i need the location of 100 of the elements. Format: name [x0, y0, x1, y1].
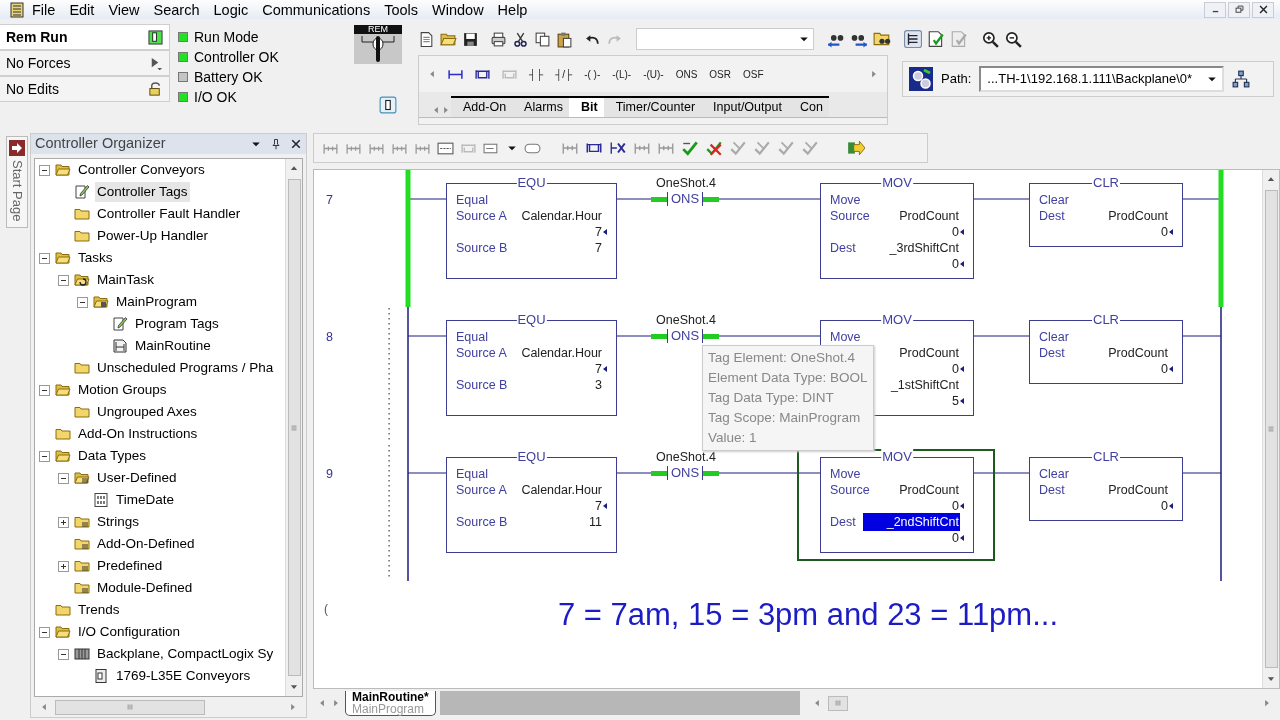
gears-icon[interactable] — [909, 67, 933, 91]
tree-item[interactable]: Unscheduled Programs / Pha — [95, 357, 276, 379]
zoom-in-icon[interactable] — [981, 30, 999, 48]
menu-item[interactable]: Search — [146, 0, 207, 19]
instruction-button[interactable]: -(U)- — [642, 66, 665, 82]
instruction-tab[interactable]: Timer/Counter — [603, 96, 702, 117]
expand-toggle[interactable] — [39, 626, 50, 638]
lock-icon[interactable] — [148, 81, 163, 97]
tree-item[interactable]: TimeDate — [114, 489, 176, 511]
close-icon[interactable] — [290, 138, 302, 150]
tree-item[interactable]: Data Types — [76, 445, 149, 467]
menu-item[interactable]: File — [25, 0, 63, 19]
expand-toggle[interactable] — [39, 384, 50, 396]
tree-item[interactable]: User-Defined — [95, 467, 179, 489]
tree-item[interactable]: MainTask — [95, 269, 157, 291]
tree-item[interactable]: MainProgram — [114, 291, 200, 313]
scroll-thumb[interactable] — [1264, 190, 1278, 668]
instruction-button[interactable]: ┤/├ — [554, 66, 574, 82]
instruction-tab[interactable]: Input/Output — [701, 96, 788, 117]
pin-icon[interactable] — [270, 138, 282, 150]
routine-tab[interactable]: MainRoutine* MainProgram — [345, 690, 436, 716]
expand-toggle[interactable] — [77, 296, 88, 308]
tree-item[interactable]: Ungrouped Axes — [95, 401, 199, 423]
tree-item[interactable]: Controller Fault Handler — [95, 203, 243, 225]
expand-toggle[interactable] — [58, 560, 69, 572]
menu-item[interactable]: Help — [490, 0, 535, 19]
check-icon[interactable] — [753, 139, 771, 157]
expand-toggle[interactable] — [39, 252, 50, 264]
tree-item[interactable]: Strings — [95, 511, 142, 533]
tree-view-icon[interactable] — [904, 30, 922, 48]
arrow-icon[interactable] — [847, 139, 865, 157]
key-switch-drawing[interactable] — [354, 34, 402, 64]
tree-item[interactable]: I/O Configuration — [76, 621, 183, 643]
instruction-button[interactable]: -(L)- — [611, 66, 633, 82]
check-icon[interactable] — [777, 139, 795, 157]
tree-item[interactable]: Tasks — [76, 247, 115, 269]
menu-item[interactable]: Logic — [206, 0, 256, 19]
verify-icon[interactable] — [927, 30, 945, 48]
copy-icon[interactable] — [534, 30, 551, 48]
operand-value[interactable]: _2ndShiftCnt — [862, 512, 960, 532]
instruction-name[interactable]: ONS — [667, 329, 704, 343]
start-page-tab[interactable]: Start Page — [6, 136, 28, 229]
instruction-button[interactable]: ONS — [674, 66, 699, 82]
mode-switch-icon[interactable] — [148, 29, 163, 45]
app-icon[interactable] — [9, 1, 25, 18]
cut-icon[interactable] — [512, 30, 529, 48]
network-icon[interactable] — [1232, 70, 1251, 88]
zoom-out-icon[interactable] — [1004, 30, 1022, 48]
restore-button[interactable] — [1228, 1, 1250, 18]
tree-item[interactable]: Backplane, CompactLogix Sy — [95, 643, 276, 665]
tree-item[interactable]: Power-Up Handler — [95, 225, 211, 247]
expand-toggle[interactable] — [58, 274, 69, 286]
new-document-icon[interactable] — [418, 30, 435, 48]
tree-item[interactable]: Trends — [76, 599, 122, 621]
tree-item[interactable]: 1769-L35E Conveyors — [114, 665, 253, 687]
tree-item[interactable]: Controller Conveyors — [76, 159, 207, 181]
menu-item[interactable]: Window — [425, 0, 491, 19]
tree-item[interactable]: Module-Defined — [95, 577, 195, 599]
tree-item[interactable]: MainRoutine — [133, 335, 213, 357]
paste-icon[interactable] — [556, 30, 573, 48]
close-button[interactable] — [1252, 1, 1274, 18]
expand-toggle[interactable] — [39, 450, 50, 462]
menu-item[interactable]: Communications — [255, 0, 378, 19]
delete-rung-icon[interactable] — [609, 139, 627, 157]
expand-toggle[interactable] — [39, 164, 50, 176]
path-field[interactable]: ...TH-1\192.168.1.111\Backplane\0* — [979, 66, 1225, 92]
check-icon[interactable] — [681, 139, 699, 157]
menu-item[interactable]: View — [101, 0, 147, 19]
expand-toggle[interactable] — [58, 516, 69, 528]
check-icon[interactable] — [729, 139, 747, 157]
instruction-name[interactable]: ONS — [667, 192, 704, 206]
status-field[interactable]: No Forces — [0, 50, 170, 76]
tree-item[interactable]: Add-On-Defined — [95, 533, 197, 555]
tree-item[interactable]: Controller Tags — [95, 181, 190, 203]
check-icon[interactable] — [801, 139, 819, 157]
menu-item[interactable]: Tools — [377, 0, 426, 19]
browse-folder-icon[interactable] — [873, 30, 891, 48]
scroll-thumb[interactable] — [287, 179, 301, 676]
tree-item[interactable]: Predefined — [95, 555, 165, 577]
tree-item[interactable]: Motion Groups — [76, 379, 169, 401]
scroll-thumb[interactable] — [55, 699, 205, 715]
scrollbar[interactable] — [285, 159, 302, 696]
save-icon[interactable] — [462, 30, 479, 48]
instruction-tab[interactable]: Con — [787, 96, 829, 117]
expand-toggle[interactable] — [58, 648, 69, 660]
expand-toggle[interactable] — [58, 472, 69, 484]
instruction-name[interactable]: ONS — [667, 466, 704, 480]
instruction-button[interactable]: -( )- — [583, 66, 602, 82]
instruction-tab[interactable]: Alarms — [512, 96, 569, 117]
cross-check-icon[interactable] — [705, 139, 723, 157]
printer-icon[interactable] — [490, 30, 507, 48]
instruction-tab[interactable]: Bit — [569, 96, 604, 117]
tree-item[interactable]: Add-On Instructions — [76, 423, 200, 445]
instruction-button[interactable]: ┤├ — [528, 66, 545, 82]
status-field[interactable]: No Edits — [0, 76, 170, 102]
key-button-icon[interactable] — [379, 96, 397, 114]
scrollbar[interactable] — [1262, 170, 1279, 688]
instruction-button[interactable]: OSR — [708, 66, 732, 82]
menu-item[interactable]: Edit — [62, 0, 102, 19]
instruction-tab[interactable]: Add-On — [451, 96, 513, 117]
